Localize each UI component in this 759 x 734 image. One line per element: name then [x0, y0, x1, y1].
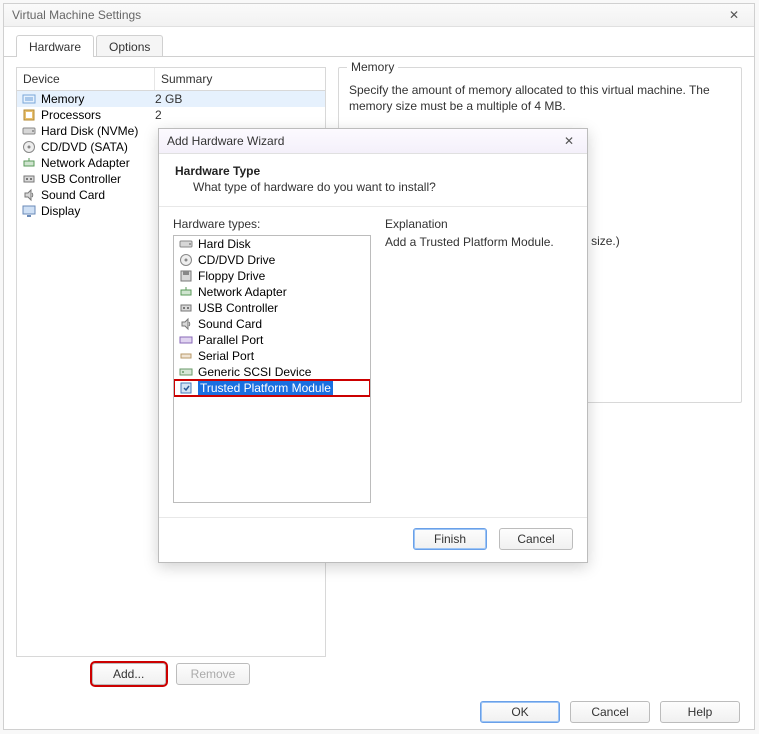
hardware-type-label: Trusted Platform Module [198, 381, 333, 395]
hardware-type-item[interactable]: Sound Card [174, 316, 370, 332]
hardware-type-label: Hard Disk [198, 237, 251, 251]
tabstrip: Hardware Options [16, 35, 754, 57]
wizard-title: Add Hardware Wizard [167, 134, 559, 148]
disk-icon [21, 124, 37, 138]
device-row[interactable]: Memory 2 GB [17, 91, 325, 107]
cd-icon [178, 253, 194, 267]
finish-button[interactable]: Finish [413, 528, 487, 550]
hardware-type-item[interactable]: Serial Port [174, 348, 370, 364]
device-name: Sound Card [41, 188, 105, 202]
device-name: Display [41, 204, 80, 218]
remove-button: Remove [176, 663, 251, 685]
dialog-footer: OK Cancel Help [480, 701, 740, 723]
titlebar: Virtual Machine Settings ✕ [4, 4, 754, 27]
add-hardware-wizard: Add Hardware Wizard ✕ Hardware Type What… [158, 128, 588, 563]
hardware-type-item[interactable]: Parallel Port [174, 332, 370, 348]
device-name: Network Adapter [41, 156, 130, 170]
hardware-type-label: Floppy Drive [198, 269, 265, 283]
cancel-button[interactable]: Cancel [570, 701, 650, 723]
hardware-types-label: Hardware types: [173, 217, 371, 231]
help-button[interactable]: Help [660, 701, 740, 723]
device-name: Processors [41, 108, 101, 122]
hardware-type-item[interactable]: Generic SCSI Device [174, 364, 370, 380]
floppy-icon [178, 269, 194, 283]
sound-icon [21, 188, 37, 202]
sound-icon [178, 317, 194, 331]
hardware-type-item[interactable]: USB Controller [174, 300, 370, 316]
tab-options[interactable]: Options [96, 35, 163, 57]
window-title: Virtual Machine Settings [12, 8, 722, 22]
wizard-cancel-button[interactable]: Cancel [499, 528, 573, 550]
scsi-icon [178, 365, 194, 379]
hardware-type-item[interactable]: Trusted Platform Module [174, 380, 370, 396]
col-device[interactable]: Device [17, 68, 155, 90]
tab-hardware[interactable]: Hardware [16, 35, 94, 57]
hardware-type-label: Generic SCSI Device [198, 365, 311, 379]
device-summary: 2 [155, 108, 321, 122]
ok-button[interactable]: OK [480, 701, 560, 723]
network-icon [178, 285, 194, 299]
window-close-button[interactable]: ✕ [722, 8, 746, 22]
tpm-icon [178, 381, 194, 395]
wizard-subheading: What type of hardware do you want to ins… [175, 180, 571, 194]
device-name: Memory [41, 92, 84, 106]
hardware-type-label: Serial Port [198, 349, 254, 363]
usb-icon [21, 172, 37, 186]
hardware-type-label: Parallel Port [198, 333, 263, 347]
network-icon [21, 156, 37, 170]
usb-icon [178, 301, 194, 315]
device-name: USB Controller [41, 172, 121, 186]
disk-icon [178, 237, 194, 251]
wizard-close-button[interactable]: ✕ [559, 134, 579, 148]
hardware-types-list[interactable]: Hard Disk CD/DVD Drive Floppy Drive Network… [173, 235, 371, 503]
cpu-icon [21, 108, 37, 122]
display-icon [21, 204, 37, 218]
hardware-type-label: Sound Card [198, 317, 262, 331]
device-summary: 2 GB [155, 92, 321, 106]
hardware-type-item[interactable]: Hard Disk [174, 236, 370, 252]
device-row[interactable]: Processors 2 [17, 107, 325, 123]
hardware-type-item[interactable]: Floppy Drive [174, 268, 370, 284]
add-button[interactable]: Add... [92, 663, 166, 685]
hardware-type-label: Network Adapter [198, 285, 287, 299]
col-summary[interactable]: Summary [155, 68, 325, 90]
explanation-label: Explanation [385, 217, 573, 231]
hardware-type-label: USB Controller [198, 301, 278, 315]
device-name: CD/DVD (SATA) [41, 140, 128, 154]
memory-description: Specify the amount of memory allocated t… [349, 82, 731, 114]
hardware-type-label: CD/DVD Drive [198, 253, 275, 267]
explanation-text: Add a Trusted Platform Module. [385, 235, 573, 249]
hardware-type-item[interactable]: Network Adapter [174, 284, 370, 300]
device-name: Hard Disk (NVMe) [41, 124, 138, 138]
parallel-icon [178, 333, 194, 347]
serial-icon [178, 349, 194, 363]
memory-icon [21, 92, 37, 106]
memory-legend: Memory [347, 60, 398, 74]
cd-icon [21, 140, 37, 154]
wizard-heading: Hardware Type [175, 164, 571, 178]
hardware-type-item[interactable]: CD/DVD Drive [174, 252, 370, 268]
